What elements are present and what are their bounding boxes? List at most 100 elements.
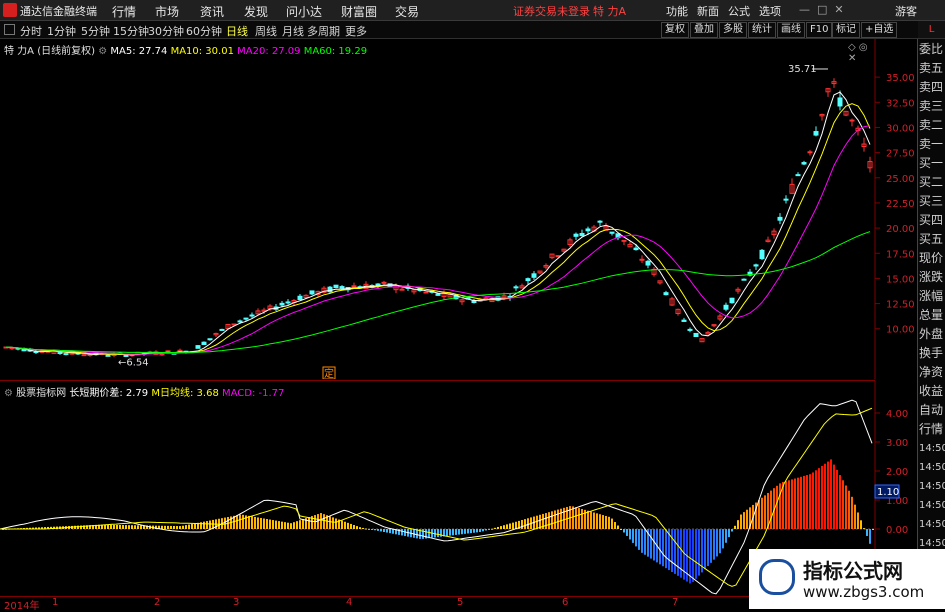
period-5[interactable]: 60分钟 (186, 23, 222, 39)
macd-bar (329, 516, 331, 529)
period-10[interactable]: 更多 (345, 23, 367, 39)
period-4[interactable]: 30分钟 (148, 23, 184, 39)
login-warning[interactable]: 证券交易未登录 (513, 3, 590, 19)
candle-body (849, 119, 855, 122)
menu-caifuquan[interactable]: 财富圈 (341, 3, 377, 20)
macd-bar (761, 497, 763, 529)
close-button[interactable]: ✕ (834, 3, 843, 16)
side-label-21[interactable]: 14:50 (919, 438, 945, 459)
side-label-24[interactable]: 14:50 (919, 495, 945, 516)
candle-body (777, 216, 783, 221)
side-label-12[interactable]: 涨跌 (919, 267, 945, 288)
period-6[interactable]: 日线 (226, 23, 248, 39)
menu-gongshi[interactable]: 公式 (728, 3, 750, 19)
macd-bar (563, 507, 565, 529)
month-label-7: 7 (672, 597, 679, 608)
toolbar-button-1[interactable]: 叠加 (690, 22, 718, 38)
menu-xinmian[interactable]: 新面 (697, 3, 719, 19)
menu-faxian[interactable]: 发现 (244, 3, 268, 20)
low-price-label: ←6.54 (118, 358, 149, 369)
panel-toggle-icon[interactable] (4, 24, 15, 35)
indicator-panel[interactable]: ⚙ 股票指标网 长短期价差: 2.79 M日均线: 3.68 MACD: -1.… (0, 380, 908, 596)
menu-zixun[interactable]: 资讯 (200, 3, 224, 20)
macd-bar (620, 529, 622, 530)
side-label-0[interactable]: 委比 (919, 39, 945, 60)
macd-bar (560, 508, 562, 529)
period-0[interactable]: 分时 (20, 23, 42, 39)
menu-wenxiaoda[interactable]: 问小达 (286, 3, 322, 20)
period-7[interactable]: 周线 (255, 23, 277, 39)
toolbar-button-5[interactable]: F10 (806, 22, 833, 38)
kline-chart-panel[interactable]: 特 力A (日线前复权) ⚙ MA5: 27.74 MA10: 30.01 MA… (0, 39, 915, 379)
price-tick-label-8: 15.00 (886, 274, 915, 285)
candle-body (399, 288, 405, 291)
macd-bar (836, 469, 838, 529)
side-label-23[interactable]: 14:50 (919, 476, 945, 497)
side-label-15[interactable]: 外盘 (919, 324, 945, 345)
toolbar-button-6[interactable]: 标记 (832, 22, 860, 38)
menu-hangqing[interactable]: 行情 (112, 3, 136, 20)
period-9[interactable]: 多周期 (307, 23, 340, 39)
period-3[interactable]: 15分钟 (113, 23, 149, 39)
macd-bar (107, 524, 109, 529)
menu-shichang[interactable]: 市场 (155, 3, 179, 20)
menu-xuanxiang[interactable]: 选项 (759, 3, 781, 19)
side-label-8[interactable]: 买三 (919, 191, 945, 212)
macd-bar (449, 529, 451, 536)
month-label-1: 1 (52, 597, 59, 608)
toolbar-button-7[interactable]: +自选 (861, 22, 898, 38)
candle-body (663, 292, 669, 296)
toolbar-button-2[interactable]: 多股 (719, 22, 747, 38)
macd-bar (266, 519, 268, 529)
side-label-9[interactable]: 买四 (919, 210, 945, 231)
macd-bar (479, 529, 481, 533)
side-label-7[interactable]: 买二 (919, 172, 945, 193)
side-label-13[interactable]: 涨幅 (919, 286, 945, 307)
candle-body (381, 281, 387, 284)
side-label-3[interactable]: 卖三 (919, 96, 945, 117)
side-label-14[interactable]: 总量 (919, 305, 945, 326)
macd-bar (722, 529, 724, 549)
side-label-5[interactable]: 卖一 (919, 134, 945, 155)
menu-jiaoyi[interactable]: 交易 (395, 3, 419, 20)
side-label-22[interactable]: 14:50 (919, 457, 945, 478)
period-1[interactable]: 1分钟 (47, 23, 76, 39)
toolbar-button-3[interactable]: 统计 (748, 22, 776, 38)
macd-bar (524, 519, 526, 529)
side-label-20[interactable]: 行情 (919, 419, 945, 440)
side-label-16[interactable]: 换手 (919, 343, 945, 364)
side-label-2[interactable]: 卖四 (919, 77, 945, 98)
side-label-11[interactable]: 现价 (919, 248, 945, 269)
macd-bar (710, 529, 712, 563)
menu-gongneng[interactable]: 功能 (666, 3, 688, 19)
side-label-19[interactable]: 自动 (919, 400, 945, 421)
macd-bar (359, 527, 361, 529)
toolbar-button-4[interactable]: 画线 (777, 22, 805, 38)
side-label-18[interactable]: 收益 (919, 381, 945, 402)
side-label-4[interactable]: 卖二 (919, 115, 945, 136)
macd-bar (350, 523, 352, 529)
toolbar-button-0[interactable]: 复权 (661, 22, 689, 38)
maximize-button[interactable]: □ (817, 3, 827, 16)
period-2[interactable]: 5分钟 (81, 23, 110, 39)
macd-bar (116, 524, 118, 529)
side-label-6[interactable]: 买一 (919, 153, 945, 174)
macd-bar (278, 521, 280, 529)
macd-bar (863, 528, 865, 530)
guest-label[interactable]: 游客 (895, 3, 917, 19)
macd-bar (509, 523, 511, 529)
macd-bar (827, 461, 829, 529)
side-label-25[interactable]: 14:50 (919, 514, 945, 535)
side-label-10[interactable]: 买五 (919, 229, 945, 250)
side-label-1[interactable]: 卖五 (919, 58, 945, 79)
period-toolbar: 分时 1分钟 5分钟 15分钟 30分钟 60分钟 日线 周线 月线 多周期 更多 复权 叠加 多股 统计… (0, 21, 945, 39)
candle-body (525, 278, 531, 282)
macd-bar (371, 529, 373, 530)
minimize-button[interactable]: — (799, 3, 810, 16)
macd-bar (239, 514, 241, 529)
side-label-17[interactable]: 净资 (919, 362, 945, 383)
macd-bar (548, 512, 550, 529)
period-8[interactable]: 月线 (282, 23, 304, 39)
macd-bar (347, 522, 349, 529)
macd-bar (203, 521, 205, 529)
